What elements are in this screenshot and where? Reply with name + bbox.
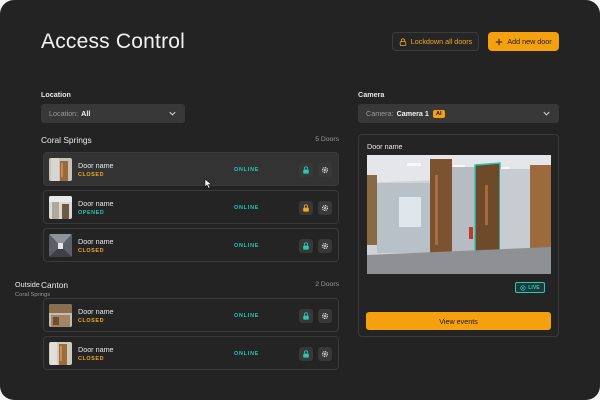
- door-state: CLOSED: [78, 172, 105, 178]
- camera-prefix: Camera:: [366, 109, 394, 118]
- door-row[interactable]: Door name OPENED ONLINE: [43, 190, 339, 224]
- door-thumbnail: [49, 234, 72, 257]
- door-row[interactable]: Door name CLOSED ONLINE: [43, 336, 339, 370]
- lock-icon: [399, 37, 406, 46]
- settings-button[interactable]: [318, 309, 332, 323]
- cursor-icon: [204, 178, 213, 189]
- settings-button[interactable]: [318, 163, 332, 177]
- status-badge: ONLINE: [234, 205, 260, 211]
- gear-icon: [321, 204, 329, 212]
- settings-button[interactable]: [318, 201, 332, 215]
- status-badge: ONLINE: [234, 167, 260, 173]
- add-door-button[interactable]: Add new door: [488, 32, 559, 51]
- door-thumbnail: [49, 158, 72, 181]
- location-value: All: [81, 109, 91, 118]
- live-label: LIVE: [528, 284, 540, 291]
- door-state: CLOSED: [78, 248, 105, 254]
- lock-toggle-button[interactable]: [299, 201, 313, 215]
- location-select[interactable]: Location: All: [41, 104, 185, 123]
- group-title: Coral Springs: [41, 135, 92, 145]
- door-name: Door name: [78, 345, 114, 354]
- camera-value: Camera 1: [396, 109, 429, 118]
- door-thumbnail: [49, 196, 72, 219]
- door-state: OPENED: [78, 210, 105, 216]
- lock-icon: [303, 312, 309, 320]
- lock-toggle-button[interactable]: [299, 347, 313, 361]
- lock-toggle-button[interactable]: [299, 163, 313, 177]
- camera-label: Camera: [358, 90, 385, 99]
- gear-icon: [321, 242, 329, 250]
- live-icon: [520, 284, 526, 291]
- door-row[interactable]: Door name CLOSED ONLINE: [43, 228, 339, 262]
- lock-icon: [303, 166, 309, 174]
- page-title: Access Control: [41, 30, 186, 53]
- door-thumbnail: [49, 304, 72, 327]
- lockdown-button[interactable]: Lockdown all doors: [392, 32, 479, 51]
- door-name: Door name: [78, 199, 114, 208]
- camera-location: Outside: [15, 280, 40, 289]
- door-name: Door name: [78, 161, 114, 170]
- door-row[interactable]: Door name CLOSED ONLINE: [43, 152, 339, 186]
- camera-door-title: Door name: [367, 142, 403, 151]
- settings-button[interactable]: [318, 239, 332, 253]
- door-state: CLOSED: [78, 356, 105, 362]
- camera-panel: Door name: [358, 134, 559, 337]
- ai-badge: AI: [432, 109, 445, 118]
- group-count: 5 Doors: [315, 136, 339, 143]
- chevron-down-icon: [169, 111, 176, 116]
- lockdown-label: Lockdown all doors: [410, 37, 473, 46]
- status-badge: ONLINE: [234, 351, 260, 357]
- door-state: CLOSED: [78, 318, 105, 324]
- live-badge: LIVE: [515, 282, 545, 293]
- settings-button[interactable]: [318, 347, 332, 361]
- door-row[interactable]: Door name CLOSED ONLINE: [43, 298, 339, 332]
- door-thumbnail: [49, 342, 72, 365]
- gear-icon: [321, 166, 329, 174]
- location-prefix: Location:: [49, 109, 79, 118]
- location-label: Location: [41, 90, 71, 99]
- door-name: Door name: [78, 237, 114, 246]
- view-events-button[interactable]: View events: [366, 312, 551, 330]
- door-name: Door name: [78, 307, 114, 316]
- chevron-down-icon: [543, 111, 550, 116]
- status-badge: ONLINE: [234, 313, 260, 319]
- lock-toggle-button[interactable]: [299, 309, 313, 323]
- group-count: 2 Doors: [315, 281, 339, 288]
- lock-icon: [303, 242, 309, 250]
- status-badge: ONLINE: [234, 243, 260, 249]
- plus-icon: [496, 38, 503, 45]
- lock-icon: [303, 350, 309, 358]
- group-title: Canton: [41, 280, 69, 290]
- camera-sublocation: Coral Springs: [15, 292, 51, 298]
- add-door-label: Add new door: [507, 37, 552, 46]
- gear-icon: [321, 350, 329, 358]
- lock-toggle-button[interactable]: [299, 239, 313, 253]
- gear-icon: [321, 312, 329, 320]
- camera-select[interactable]: Camera: Camera 1 AI: [358, 104, 559, 123]
- app-window: Access Control Lockdown all doors Add ne…: [0, 0, 600, 400]
- camera-feed[interactable]: [367, 155, 551, 274]
- unlock-icon: [303, 204, 309, 212]
